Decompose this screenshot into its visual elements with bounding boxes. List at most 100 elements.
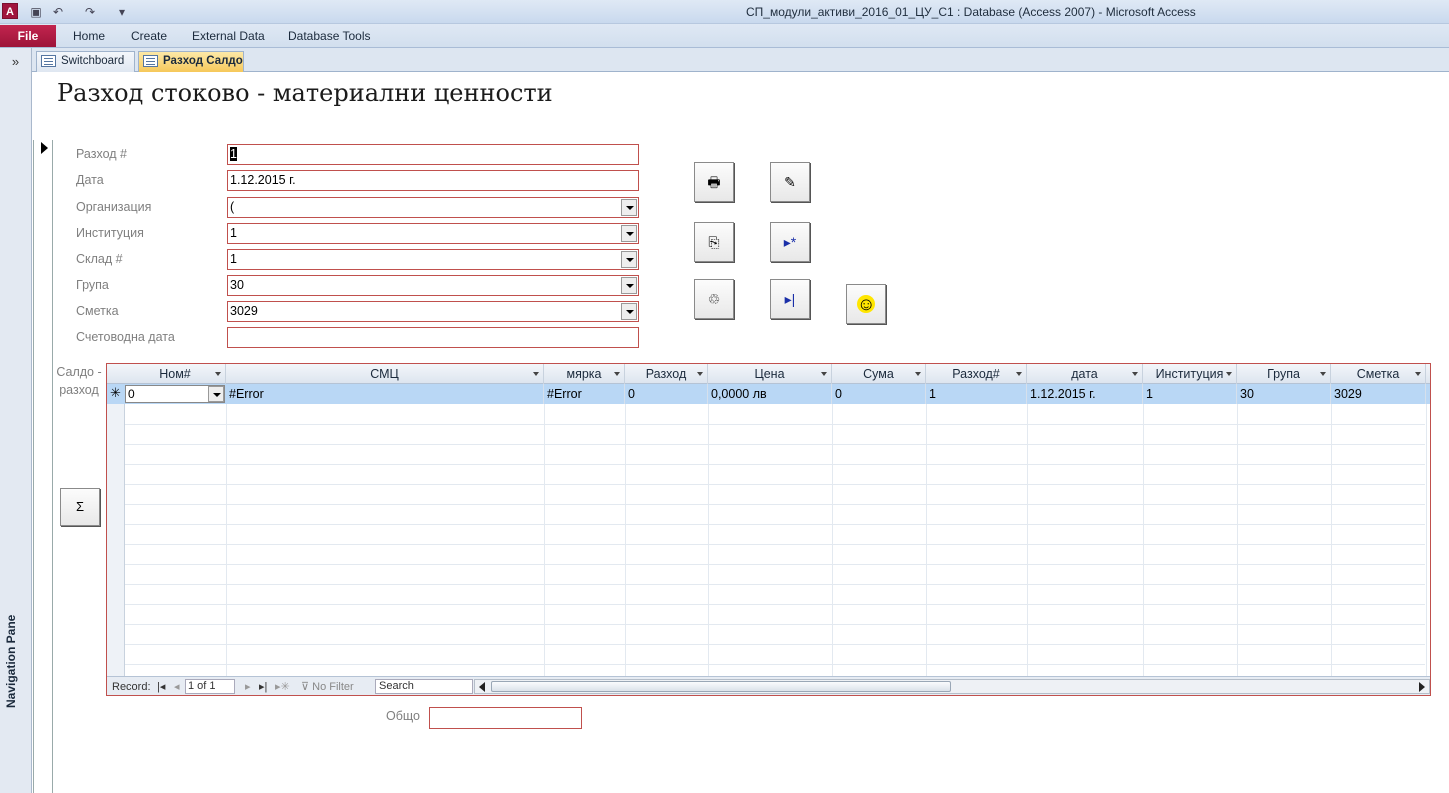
- file-tab[interactable]: File: [0, 25, 56, 47]
- field-institution[interactable]: 1: [227, 223, 639, 244]
- sort-arrow-icon[interactable]: [533, 372, 539, 376]
- previous-record-icon[interactable]: ◂: [174, 680, 180, 694]
- table-row-new[interactable]: 0 #Error #Error 0 0,0000 лв 0 1 1.12.201…: [107, 384, 1430, 404]
- ribbon-tabs: File Home Create External Data Database …: [0, 24, 1449, 48]
- cell-expense-no[interactable]: 1: [926, 384, 1027, 404]
- tab-create[interactable]: Create: [131, 29, 167, 43]
- cell-date[interactable]: 1.12.2015 г.: [1027, 384, 1143, 404]
- field-group[interactable]: 30: [227, 275, 639, 296]
- dropdown-arrow-icon[interactable]: [621, 251, 637, 268]
- dropdown-arrow-icon[interactable]: [621, 303, 637, 320]
- sort-arrow-icon[interactable]: [614, 372, 620, 376]
- dropdown-arrow-icon[interactable]: [621, 277, 637, 294]
- column-header-label: мярка: [566, 367, 602, 381]
- sort-arrow-icon[interactable]: [1415, 372, 1421, 376]
- cell-sum[interactable]: 0: [832, 384, 926, 404]
- horizontal-scrollbar[interactable]: [474, 679, 1430, 694]
- dropdown-arrow-icon[interactable]: [621, 225, 637, 242]
- grid-line: [125, 664, 1425, 665]
- cell-account[interactable]: 3029: [1331, 384, 1426, 404]
- grid-line: [226, 404, 227, 676]
- cell-institution[interactable]: 1: [1143, 384, 1237, 404]
- column-header-nom[interactable]: Ном#: [125, 364, 226, 384]
- sort-arrow-icon[interactable]: [1226, 372, 1232, 376]
- field-organization[interactable]: (: [227, 197, 639, 218]
- subform-datasheet[interactable]: Ном# СМЦ мярка Разход Цена Сума Разход# …: [106, 363, 1431, 696]
- scroll-thumb[interactable]: [491, 681, 951, 692]
- navigation-pane[interactable]: » Navigation Pane: [0, 48, 32, 793]
- field-accounting-date[interactable]: [227, 327, 639, 348]
- tab-switchboard[interactable]: Switchboard: [36, 51, 135, 72]
- current-record-input[interactable]: 1 of 1: [185, 679, 235, 694]
- column-header-unit[interactable]: мярка: [544, 364, 625, 384]
- field-account[interactable]: 3029: [227, 301, 639, 322]
- dropdown-arrow-icon[interactable]: [208, 386, 224, 402]
- scroll-right-icon[interactable]: [1419, 682, 1425, 692]
- column-header-price[interactable]: Цена: [708, 364, 832, 384]
- last-record-button[interactable]: ▸|: [770, 279, 810, 319]
- sum-button[interactable]: Σ: [60, 488, 100, 526]
- undo-icon[interactable]: ↶: [50, 4, 66, 20]
- print-button[interactable]: 🖶: [694, 162, 734, 202]
- sort-arrow-icon[interactable]: [1132, 372, 1138, 376]
- grid-line: [1237, 404, 1238, 676]
- cell-nom-combobox[interactable]: 0: [125, 385, 225, 403]
- cell-unit[interactable]: #Error: [544, 384, 625, 404]
- field-warehouse[interactable]: 1: [227, 249, 639, 270]
- cell-smc[interactable]: #Error: [226, 384, 544, 404]
- first-record-icon[interactable]: |◂: [157, 680, 165, 694]
- copy-button[interactable]: ⎘: [694, 222, 734, 262]
- field-razhod-no[interactable]: 1: [227, 144, 639, 165]
- cell-group[interactable]: 30: [1237, 384, 1331, 404]
- column-header-label: Сметка: [1356, 367, 1400, 381]
- record-selector[interactable]: [33, 140, 53, 793]
- no-filter-button[interactable]: ⊽ No Filter: [301, 680, 354, 694]
- access-app-icon[interactable]: A: [2, 3, 18, 19]
- tab-razhod-saldo-label: Разход Салдо: [163, 55, 243, 67]
- last-record-icon[interactable]: ▸|: [259, 680, 267, 694]
- grid-line: [125, 644, 1425, 645]
- column-header-expense[interactable]: Разход: [625, 364, 708, 384]
- sort-arrow-icon[interactable]: [1016, 372, 1022, 376]
- column-header-group[interactable]: Група: [1237, 364, 1331, 384]
- grid-line: [1027, 404, 1028, 676]
- expand-nav-pane-icon[interactable]: »: [0, 52, 31, 72]
- sort-arrow-icon[interactable]: [697, 372, 703, 376]
- save-icon[interactable]: ▣: [28, 4, 44, 20]
- column-header-smc[interactable]: СМЦ: [226, 364, 544, 384]
- dropdown-arrow-icon[interactable]: [621, 199, 637, 216]
- sort-arrow-icon[interactable]: [1320, 372, 1326, 376]
- sort-arrow-icon[interactable]: [821, 372, 827, 376]
- column-header-account[interactable]: Сметка: [1331, 364, 1426, 384]
- column-header-date[interactable]: дата: [1027, 364, 1143, 384]
- column-header-sum[interactable]: Сума: [832, 364, 926, 384]
- smiley-button[interactable]: ☺: [846, 284, 886, 324]
- sigma-icon: Σ: [75, 499, 85, 514]
- navigation-pane-label[interactable]: Navigation Pane: [4, 615, 18, 708]
- new-record-star-icon: ✳: [110, 385, 121, 400]
- new-record-icon: ▸*: [783, 234, 797, 250]
- field-date[interactable]: 1.12.2015 г.: [227, 170, 639, 191]
- label-warehouse: Склад #: [76, 252, 123, 266]
- next-record-icon[interactable]: ▸: [245, 680, 251, 694]
- cell-price[interactable]: 0,0000 лв: [708, 384, 832, 404]
- search-input[interactable]: Search: [375, 679, 473, 694]
- cell-expense[interactable]: 0: [625, 384, 708, 404]
- tab-home[interactable]: Home: [73, 29, 105, 43]
- customize-qat-icon[interactable]: ▾: [114, 4, 130, 20]
- tab-external-data[interactable]: External Data: [192, 29, 265, 43]
- scroll-left-icon[interactable]: [479, 682, 485, 692]
- column-header-institution[interactable]: Институция: [1143, 364, 1237, 384]
- total-field[interactable]: [429, 707, 582, 729]
- column-header-expense-no[interactable]: Разход#: [926, 364, 1027, 384]
- new-record-button[interactable]: ▸*: [770, 222, 810, 262]
- edit-button[interactable]: ✎: [770, 162, 810, 202]
- sort-arrow-icon[interactable]: [915, 372, 921, 376]
- sort-arrow-icon[interactable]: [215, 372, 221, 376]
- new-record-nav-icon[interactable]: ▸✳: [275, 680, 290, 694]
- redo-icon[interactable]: ↷: [82, 4, 98, 20]
- delete-button[interactable]: ♲: [694, 279, 734, 319]
- tab-razhod-saldo[interactable]: Разход Салдо: [138, 51, 244, 72]
- row-selector-column[interactable]: [107, 364, 125, 676]
- tab-database-tools[interactable]: Database Tools: [288, 29, 371, 43]
